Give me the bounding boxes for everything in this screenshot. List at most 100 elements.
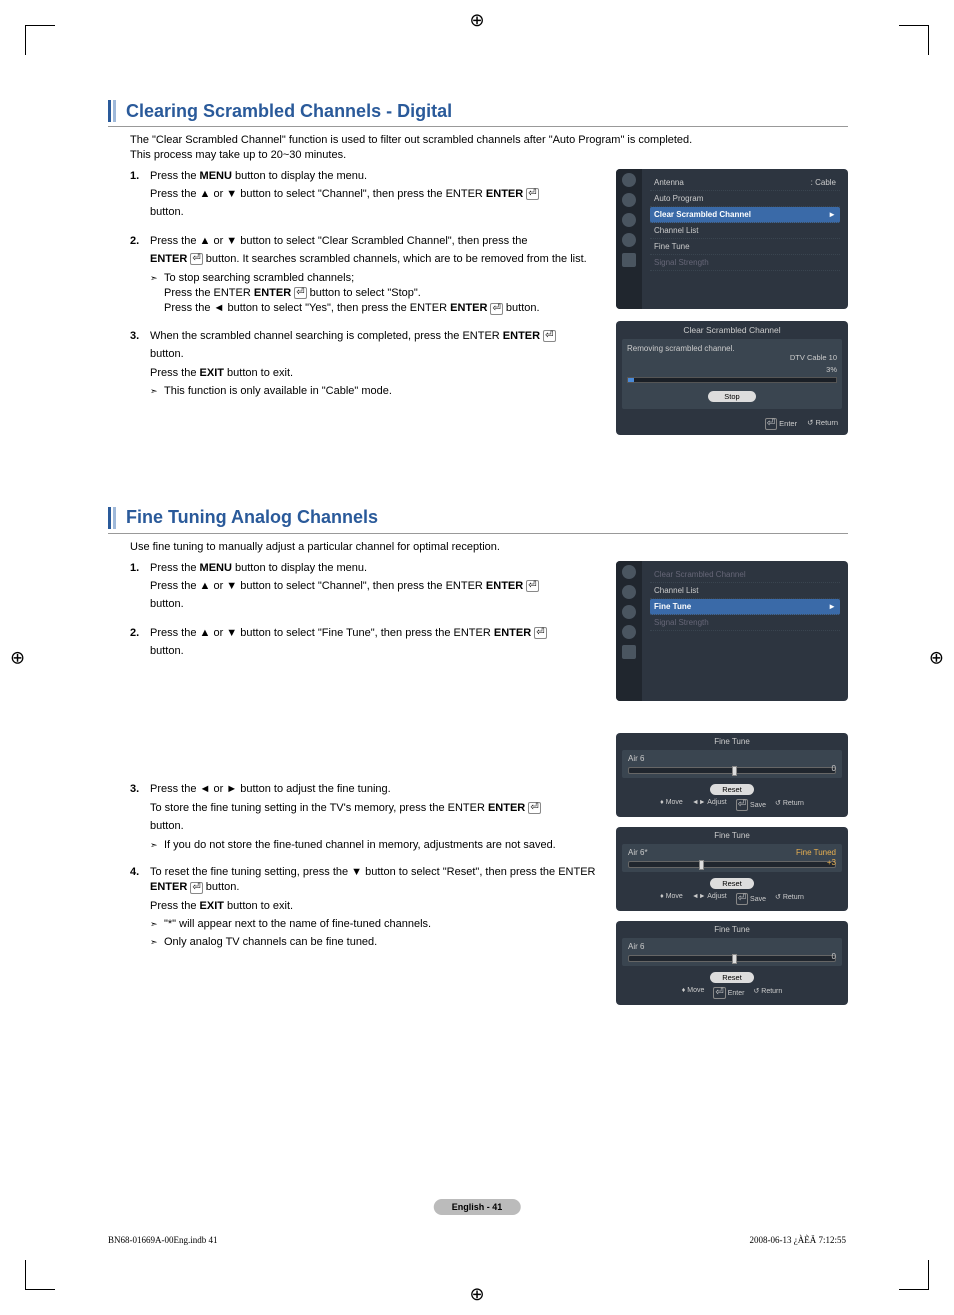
hint: ⏎ Save: [736, 799, 766, 811]
value-label: 0: [832, 764, 836, 773]
hint: ◄► Adjust: [692, 799, 727, 811]
panel-title: Fine Tune: [616, 733, 848, 750]
value-label: +3: [827, 858, 836, 867]
section-heading: Clearing Scrambled Channels - Digital: [108, 100, 848, 127]
fine-tune-panel: Fine Tune Air 6* Fine Tuned +3 Reset ♦ Mo…: [616, 827, 848, 911]
reset-button: Reset: [710, 784, 754, 795]
intro-text: Use fine tuning to manually adjust a par…: [130, 540, 848, 555]
registration-mark-icon: ⊕: [469, 1284, 484, 1305]
hint-return: ↺ Return: [807, 418, 838, 430]
enter-icon: ⏎: [526, 580, 538, 592]
menu-icon: [622, 253, 636, 267]
section-title: Clearing Scrambled Channels - Digital: [126, 101, 452, 122]
enter-icon: ⏎: [294, 287, 306, 299]
crop-mark: [899, 1260, 929, 1290]
dialog-message: Removing scrambled channel.: [627, 344, 837, 353]
fine-tune-panel: Fine Tune Air 6 0 Reset ♦ Move ◄► Adjust…: [616, 733, 848, 817]
dialog-title: Clear Scrambled Channel: [616, 321, 848, 339]
menu-icon: [622, 565, 636, 579]
enter-icon: ⏎: [534, 627, 546, 639]
menu-icon: [622, 585, 636, 599]
enter-icon: ⏎: [526, 188, 538, 200]
hint: ⏎ Save: [736, 893, 766, 905]
intro-text: The "Clear Scrambled Channel" function i…: [130, 133, 848, 163]
channel-label: Air 6: [628, 942, 644, 951]
note-text: "*" will appear next to the name of fine…: [150, 917, 600, 932]
menu-icon: [622, 605, 636, 619]
note-text: This function is only available in "Cabl…: [150, 384, 600, 399]
channel-label: DTV Cable 10: [790, 353, 837, 362]
step-text: Press the ▲ or ▼ button to select "Clear…: [150, 234, 600, 319]
channel-label: Air 6*: [628, 848, 648, 857]
step-text: Press the MENU button to display the men…: [150, 169, 600, 224]
chevron-right-icon: ►: [828, 602, 836, 611]
progress-bar: [627, 377, 837, 383]
section-title: Fine Tuning Analog Channels: [126, 507, 378, 528]
hint: ♦ Move: [682, 987, 705, 999]
page-number-badge: English - 41: [434, 1199, 521, 1215]
menu-item: Channel List: [650, 223, 840, 239]
registration-mark-icon: ⊕: [10, 647, 25, 668]
hint: ↺ Return: [753, 987, 782, 999]
crop-mark: [25, 1260, 55, 1290]
menu-item: Channel List: [650, 583, 840, 599]
step-text: Press the ◄ or ► button to adjust the fi…: [150, 782, 600, 855]
tv-menu-screenshot: Channel Antenna: Cable Auto Program Clea…: [616, 169, 848, 309]
menu-item-disabled: Signal Strength: [650, 255, 840, 271]
crop-mark: [899, 25, 929, 55]
menu-icon: [622, 645, 636, 659]
note-text: To stop searching scrambled channels; Pr…: [150, 271, 600, 317]
menu-item-selected: Clear Scrambled Channel►: [650, 207, 840, 223]
registration-mark-icon: ⊕: [469, 10, 484, 31]
menu-icon: [622, 233, 636, 247]
menu-item: Antenna: Cable: [650, 175, 840, 191]
hint: ◄► Adjust: [692, 893, 727, 905]
hint: ↺ Return: [775, 799, 804, 811]
menu-item-disabled: Signal Strength: [650, 615, 840, 631]
step-text: To reset the fine tuning setting, press …: [150, 865, 600, 952]
reset-button: Reset: [710, 878, 754, 889]
chevron-right-icon: ►: [828, 210, 836, 219]
crop-mark: [25, 25, 55, 55]
channel-label: Air 6: [628, 754, 644, 763]
enter-icon: ⏎: [543, 330, 555, 342]
registration-mark-icon: ⊕: [929, 647, 944, 668]
tv-menu-screenshot: Channel Clear Scrambled Channel Channel …: [616, 561, 848, 701]
enter-icon: ⏎: [190, 882, 202, 894]
menu-item-selected: Fine Tune►: [650, 599, 840, 615]
menu-item: Auto Program: [650, 191, 840, 207]
enter-icon: ⏎: [490, 303, 502, 315]
note-text: Only analog TV channels can be fine tune…: [150, 935, 600, 950]
doc-timestamp: 2008-06-13 ¿ÀÈÄ 7:12:55: [750, 1235, 847, 1245]
enter-icon: ⏎: [528, 802, 540, 814]
menu-item: Clear Scrambled Channel: [650, 567, 840, 583]
slider: [628, 955, 836, 962]
hint: ♦ Move: [660, 893, 683, 905]
reset-button: Reset: [710, 972, 754, 983]
hint: ↺ Return: [775, 893, 804, 905]
menu-item: Fine Tune: [650, 239, 840, 255]
menu-icon: [622, 173, 636, 187]
hint: ⏎ Enter: [713, 987, 744, 999]
menu-icon: [622, 213, 636, 227]
fine-tune-panel: Fine Tune Air 6 0 Reset ♦ Move ⏎ Enter ↺…: [616, 921, 848, 1005]
panel-title: Fine Tune: [616, 827, 848, 844]
enter-icon: ⏎: [190, 253, 202, 265]
hint: ♦ Move: [660, 799, 683, 811]
value-label: 0: [832, 952, 836, 961]
menu-icon: [622, 625, 636, 639]
stop-button: Stop: [708, 391, 756, 402]
step-text: Press the ▲ or ▼ button to select "Fine …: [150, 626, 600, 663]
percent-label: 3%: [826, 365, 837, 374]
doc-id: BN68-01669A-00Eng.indb 41: [108, 1235, 218, 1245]
step-text: Press the MENU button to display the men…: [150, 561, 600, 616]
status-label: Fine Tuned: [796, 848, 836, 857]
dialog-screenshot: Clear Scrambled Channel Removing scrambl…: [616, 321, 848, 435]
section-heading: Fine Tuning Analog Channels: [108, 507, 848, 534]
slider: [628, 861, 836, 868]
panel-title: Fine Tune: [616, 921, 848, 938]
note-text: If you do not store the fine-tuned chann…: [150, 838, 600, 853]
menu-icon: [622, 193, 636, 207]
step-text: When the scrambled channel searching is …: [150, 329, 600, 402]
hint-enter: ⏎ Enter: [765, 418, 797, 430]
